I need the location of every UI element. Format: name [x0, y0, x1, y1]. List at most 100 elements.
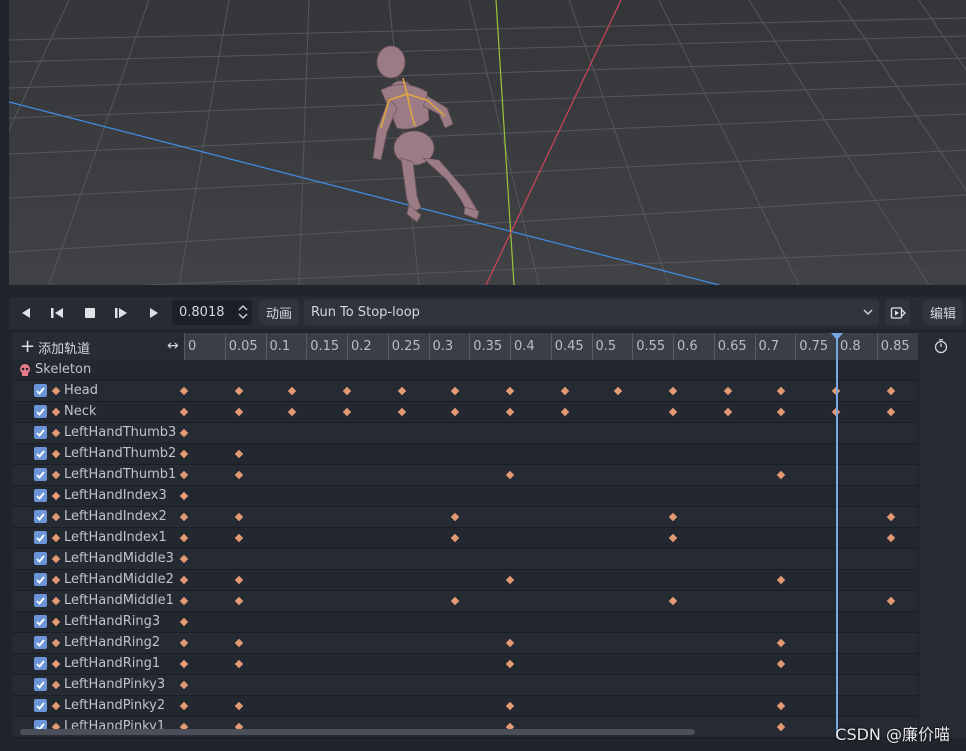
- track-enabled-checkbox[interactable]: [34, 573, 47, 586]
- keyframe[interactable]: [777, 575, 786, 585]
- animation-select[interactable]: Run To Stop-loop: [304, 300, 879, 325]
- playhead[interactable]: [836, 333, 839, 738]
- keyframe[interactable]: [505, 386, 515, 396]
- track-enabled-checkbox[interactable]: [34, 615, 47, 628]
- keyframe[interactable]: [777, 722, 786, 732]
- keyframe[interactable]: [886, 386, 895, 396]
- keyframe[interactable]: [560, 407, 569, 417]
- keyframe[interactable]: [451, 512, 460, 522]
- play-backwards-button[interactable]: [45, 301, 71, 325]
- track-enabled-checkbox[interactable]: [34, 447, 47, 460]
- track-row[interactable]: LeftHandThumb3/: [12, 423, 966, 444]
- keyframe[interactable]: [505, 701, 515, 711]
- keyframe[interactable]: [505, 407, 515, 417]
- keyframe[interactable]: [234, 386, 243, 396]
- track-row[interactable]: Head/: [12, 381, 966, 402]
- track-enabled-checkbox[interactable]: [34, 636, 47, 649]
- timeline-horizontal-scrollbar[interactable]: [20, 729, 695, 735]
- keyframe[interactable]: [288, 386, 297, 396]
- keyframe[interactable]: [777, 701, 786, 711]
- keyframe[interactable]: [179, 407, 189, 417]
- play-button[interactable]: [141, 301, 167, 325]
- track-enabled-checkbox[interactable]: [34, 405, 47, 418]
- keyframe[interactable]: [179, 575, 189, 585]
- keyframe[interactable]: [451, 533, 460, 543]
- current-time-spinbox[interactable]: 0.8018: [172, 300, 252, 325]
- play-backwards-from-end-button[interactable]: [13, 301, 39, 325]
- track-enabled-checkbox[interactable]: [34, 468, 47, 481]
- track-row[interactable]: LeftHandMiddle1/: [12, 591, 966, 612]
- skeleton-node-row[interactable]: Skeleton: [12, 360, 966, 381]
- track-row[interactable]: LeftHandRing1/: [12, 654, 966, 675]
- playhead-handle[interactable]: [831, 333, 844, 340]
- keyframe[interactable]: [777, 386, 786, 396]
- track-row[interactable]: LeftHandThumb2/: [12, 444, 966, 465]
- keyframe[interactable]: [179, 554, 189, 564]
- keyframe[interactable]: [234, 407, 243, 417]
- track-enabled-checkbox[interactable]: [34, 426, 47, 439]
- keyframe[interactable]: [179, 449, 189, 459]
- keyframe[interactable]: [777, 638, 786, 648]
- keyframe[interactable]: [505, 575, 515, 585]
- keyframe[interactable]: [451, 407, 460, 417]
- keyframe[interactable]: [179, 491, 189, 501]
- track-enabled-checkbox[interactable]: [34, 489, 47, 502]
- keyframe[interactable]: [723, 386, 732, 396]
- keyframe[interactable]: [234, 596, 243, 606]
- keyframe[interactable]: [886, 596, 895, 606]
- track-enabled-checkbox[interactable]: [34, 699, 47, 712]
- track-row[interactable]: LeftHandThumb1/: [12, 465, 966, 486]
- keyframe[interactable]: [505, 659, 515, 669]
- track-enabled-checkbox[interactable]: [34, 384, 47, 397]
- keyframe[interactable]: [234, 659, 243, 669]
- timer-snap-icon[interactable]: [933, 338, 949, 354]
- keyframe[interactable]: [668, 386, 678, 396]
- keyframe[interactable]: [886, 512, 895, 522]
- track-row[interactable]: Neck/: [12, 402, 966, 423]
- keyframe[interactable]: [614, 386, 623, 396]
- keyframe[interactable]: [668, 533, 678, 543]
- keyframe[interactable]: [234, 470, 243, 480]
- keyframe[interactable]: [179, 596, 189, 606]
- keyframe[interactable]: [451, 596, 460, 606]
- track-row[interactable]: LeftHandRing2/: [12, 633, 966, 654]
- keyframe[interactable]: [777, 407, 786, 417]
- track-row[interactable]: LeftHandPinky3/: [12, 675, 966, 696]
- autoplay-on-load-button[interactable]: [886, 300, 910, 325]
- track-enabled-checkbox[interactable]: [34, 552, 47, 565]
- keyframe[interactable]: [342, 407, 352, 417]
- keyframe[interactable]: [777, 470, 786, 480]
- keyframe[interactable]: [234, 575, 243, 585]
- add-track-button[interactable]: + 添加轨道: [20, 337, 90, 357]
- edit-button[interactable]: 编辑: [923, 300, 963, 325]
- stop-button[interactable]: [77, 301, 103, 325]
- keyframe[interactable]: [179, 428, 189, 438]
- track-enabled-checkbox[interactable]: [34, 594, 47, 607]
- timeline-ruler[interactable]: 0 0.05 0.1 0.15 0.2 0.25 0.3 0.35 0.4 0.45 0.5 0.55…: [184, 333, 918, 360]
- keyframe[interactable]: [451, 386, 460, 396]
- track-row[interactable]: LeftHandMiddle2/: [12, 570, 966, 591]
- track-row[interactable]: LeftHandIndex1/: [12, 528, 966, 549]
- keyframe[interactable]: [234, 449, 243, 459]
- keyframe[interactable]: [560, 386, 569, 396]
- keyframe[interactable]: [777, 659, 786, 669]
- keyframe[interactable]: [179, 386, 189, 396]
- play-from-current-button[interactable]: [109, 301, 135, 325]
- keyframe[interactable]: [179, 659, 189, 669]
- track-row[interactable]: LeftHandIndex2/: [12, 507, 966, 528]
- keyframe[interactable]: [886, 533, 895, 543]
- spin-arrows-icon[interactable]: [238, 303, 248, 321]
- keyframe[interactable]: [668, 596, 678, 606]
- keyframe[interactable]: [179, 701, 189, 711]
- track-enabled-checkbox[interactable]: [34, 657, 47, 670]
- keyframe[interactable]: [179, 470, 189, 480]
- track-enabled-checkbox[interactable]: [34, 531, 47, 544]
- track-enabled-checkbox[interactable]: [34, 678, 47, 691]
- track-row[interactable]: LeftHandRing3/: [12, 612, 966, 633]
- keyframe[interactable]: [234, 701, 243, 711]
- track-row[interactable]: LeftHandPinky2/: [12, 696, 966, 717]
- track-row[interactable]: LeftHandMiddle3/: [12, 549, 966, 570]
- keyframe[interactable]: [179, 533, 189, 543]
- keyframe[interactable]: [179, 512, 189, 522]
- keyframe[interactable]: [668, 407, 678, 417]
